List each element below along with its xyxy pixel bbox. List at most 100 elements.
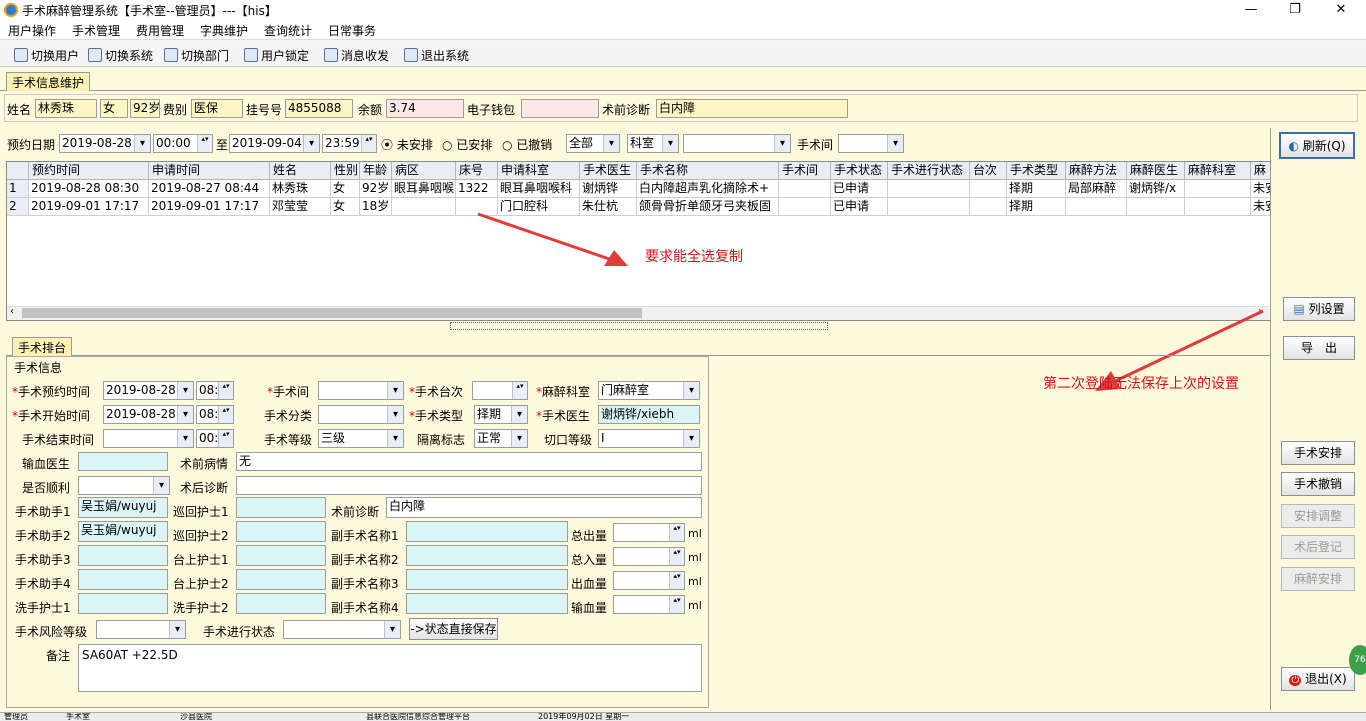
table-cell[interactable] bbox=[1066, 198, 1127, 216]
table-cell[interactable]: 女 bbox=[331, 180, 360, 198]
menu-dictionary[interactable]: 字典维护 bbox=[200, 22, 248, 39]
table-cell[interactable]: 眼耳鼻咽喉科 bbox=[498, 180, 580, 198]
assistant2-field[interactable]: 吴玉娟/wuyuj bbox=[78, 521, 168, 542]
smooth-select[interactable] bbox=[78, 476, 170, 495]
table-header[interactable]: 性别 bbox=[331, 162, 360, 180]
table-cell[interactable]: 已申请 bbox=[831, 180, 888, 198]
start-time-spinner[interactable]: 08:30 bbox=[196, 405, 234, 424]
name-field[interactable]: 林秀珠 bbox=[35, 99, 97, 118]
isolation-select[interactable]: 正常 bbox=[474, 429, 528, 448]
table-header[interactable]: 手术类型 bbox=[1007, 162, 1066, 180]
table-cell[interactable] bbox=[779, 198, 831, 216]
sub-surgery4-field[interactable] bbox=[406, 593, 568, 614]
table-cell[interactable]: 18岁 bbox=[360, 198, 392, 216]
level-select[interactable]: 三级 bbox=[318, 429, 404, 448]
table-header[interactable]: 手术状态 bbox=[831, 162, 888, 180]
menu-daily-affairs[interactable]: 日常事务 bbox=[328, 22, 376, 39]
table-cell[interactable]: 女 bbox=[331, 198, 360, 216]
cancel-surgery-button[interactable]: 手术撤销 bbox=[1281, 472, 1355, 496]
to-date-picker[interactable]: 2019-09-04 bbox=[229, 134, 320, 153]
balance-field[interactable]: 3.74 bbox=[386, 99, 464, 118]
table-cell[interactable]: 白内障超声乳化摘除术+ bbox=[637, 180, 779, 198]
table-cell[interactable] bbox=[1127, 198, 1185, 216]
seq-spinner[interactable] bbox=[472, 381, 528, 400]
menu-user-ops[interactable]: 用户操作 bbox=[8, 22, 56, 39]
post-diagnosis-field[interactable] bbox=[236, 476, 702, 495]
table-cell[interactable]: 2019-09-01 17:17 bbox=[29, 198, 149, 216]
tab-surgery-info[interactable]: 手术信息维护 bbox=[6, 72, 91, 91]
table-cell[interactable]: 眼耳鼻咽喉 bbox=[392, 180, 456, 198]
class-select[interactable] bbox=[318, 405, 404, 424]
doctor-field[interactable]: 谢炳铧/xiebh bbox=[598, 405, 700, 424]
age-field[interactable]: 92岁 bbox=[130, 99, 160, 118]
table-cell[interactable]: 谢炳铧/x bbox=[1127, 180, 1185, 198]
table-header[interactable]: 预约时间 bbox=[29, 162, 149, 180]
table-row-number[interactable]: 2 bbox=[7, 198, 29, 216]
exit-system-button[interactable]: 退出系统 bbox=[404, 45, 469, 65]
table-header[interactable]: 台次 bbox=[970, 162, 1007, 180]
table-header[interactable]: 床号 bbox=[456, 162, 498, 180]
table-header[interactable]: 麻醉医生 bbox=[1127, 162, 1185, 180]
remark-textarea[interactable]: SA60AT +22.5D bbox=[78, 644, 702, 692]
table-cell[interactable]: 颌骨骨折单颌牙弓夹板固 bbox=[637, 198, 779, 216]
transfusion-spinner[interactable] bbox=[613, 595, 685, 614]
table-cell[interactable]: 择期 bbox=[1007, 198, 1066, 216]
table-cell[interactable]: 2019-08-27 08:44 bbox=[149, 180, 270, 198]
start-date-picker[interactable]: 2019-08-28 bbox=[103, 405, 194, 424]
incision-select[interactable]: I bbox=[598, 429, 700, 448]
anesthesia-arrange-button[interactable]: 麻醉安排 bbox=[1281, 567, 1355, 591]
arrange-surgery-button[interactable]: 手术安排 bbox=[1281, 441, 1355, 465]
table-cell[interactable] bbox=[970, 180, 1007, 198]
column-settings-button[interactable]: ▤ 列设置 bbox=[1283, 297, 1355, 321]
table-cell[interactable] bbox=[970, 198, 1007, 216]
minimize-button[interactable]: — bbox=[1228, 0, 1274, 20]
save-status-button[interactable]: ->状态直接保存 bbox=[409, 618, 498, 640]
floating-badge[interactable]: 76 bbox=[1349, 645, 1366, 675]
table-cell[interactable]: 未安 bbox=[1251, 180, 1270, 198]
table-header[interactable]: 姓名 bbox=[270, 162, 331, 180]
appt-time-spinner[interactable]: 08:30 bbox=[196, 381, 234, 400]
table-header[interactable]: 手术医生 bbox=[580, 162, 637, 180]
table-cell[interactable] bbox=[392, 198, 456, 216]
close-button[interactable]: ✕ bbox=[1318, 0, 1364, 20]
blood-loss-spinner[interactable] bbox=[613, 571, 685, 590]
table-cell[interactable]: 2019-09-01 17:17 bbox=[149, 198, 270, 216]
menu-fee-mgmt[interactable]: 费用管理 bbox=[136, 22, 184, 39]
radio-arranged[interactable]: ○ 已安排 bbox=[442, 136, 492, 153]
scrub-nurse2-field[interactable] bbox=[236, 593, 326, 614]
circulating-nurse2-field[interactable] bbox=[236, 521, 326, 542]
adjust-arrangement-button[interactable]: 安排调整 bbox=[1281, 504, 1355, 528]
sub-surgery1-field[interactable] bbox=[406, 521, 568, 542]
assistant1-field[interactable]: 吴玉娟/wuyuj bbox=[78, 497, 168, 518]
menu-query-stats[interactable]: 查询统计 bbox=[264, 22, 312, 39]
pre-diagnosis-field[interactable]: 白内障 bbox=[656, 99, 848, 118]
table-cell[interactable]: 2019-08-28 08:30 bbox=[29, 180, 149, 198]
reg-no-field[interactable]: 4855088 bbox=[285, 99, 353, 118]
total-input-spinner[interactable] bbox=[613, 547, 685, 566]
lock-user-button[interactable]: 用户锁定 bbox=[244, 45, 309, 65]
fee-type-field[interactable]: 医保 bbox=[191, 99, 243, 118]
tab-surgery-schedule[interactable]: 手术排台 bbox=[12, 337, 73, 356]
from-date-picker[interactable]: 2019-08-28 bbox=[59, 134, 151, 153]
table-cell[interactable]: 择期 bbox=[1007, 180, 1066, 198]
switch-system-button[interactable]: 切换系统 bbox=[88, 45, 153, 65]
table-header[interactable]: 麻醉科室 bbox=[1185, 162, 1251, 180]
blood-doctor-field[interactable] bbox=[78, 452, 168, 471]
switch-dept-button[interactable]: 切换部门 bbox=[164, 45, 229, 65]
table-header[interactable]: 病区 bbox=[392, 162, 456, 180]
radio-cancelled[interactable]: ○ 已撤销 bbox=[502, 136, 552, 153]
end-time-spinner[interactable]: 00:00 bbox=[196, 429, 234, 448]
table-cell[interactable] bbox=[779, 180, 831, 198]
from-time-spinner[interactable]: 00:00 bbox=[153, 134, 213, 153]
risk-level-select[interactable] bbox=[96, 620, 186, 639]
export-button[interactable]: 导 出 bbox=[1283, 336, 1355, 360]
table-header[interactable]: 年龄 bbox=[360, 162, 392, 180]
table-header[interactable]: 手术间 bbox=[779, 162, 831, 180]
table-cell[interactable]: 邓莹莹 bbox=[270, 198, 331, 216]
table-header[interactable]: 手术进行状态 bbox=[888, 162, 970, 180]
pre-condition-field[interactable]: 无 bbox=[236, 452, 702, 471]
switch-user-button[interactable]: 切换用户 bbox=[14, 45, 79, 65]
dept-value-select[interactable] bbox=[683, 134, 791, 153]
circulating-nurse1-field[interactable] bbox=[236, 497, 326, 518]
scroll-left-icon[interactable]: ‹ bbox=[10, 306, 14, 317]
